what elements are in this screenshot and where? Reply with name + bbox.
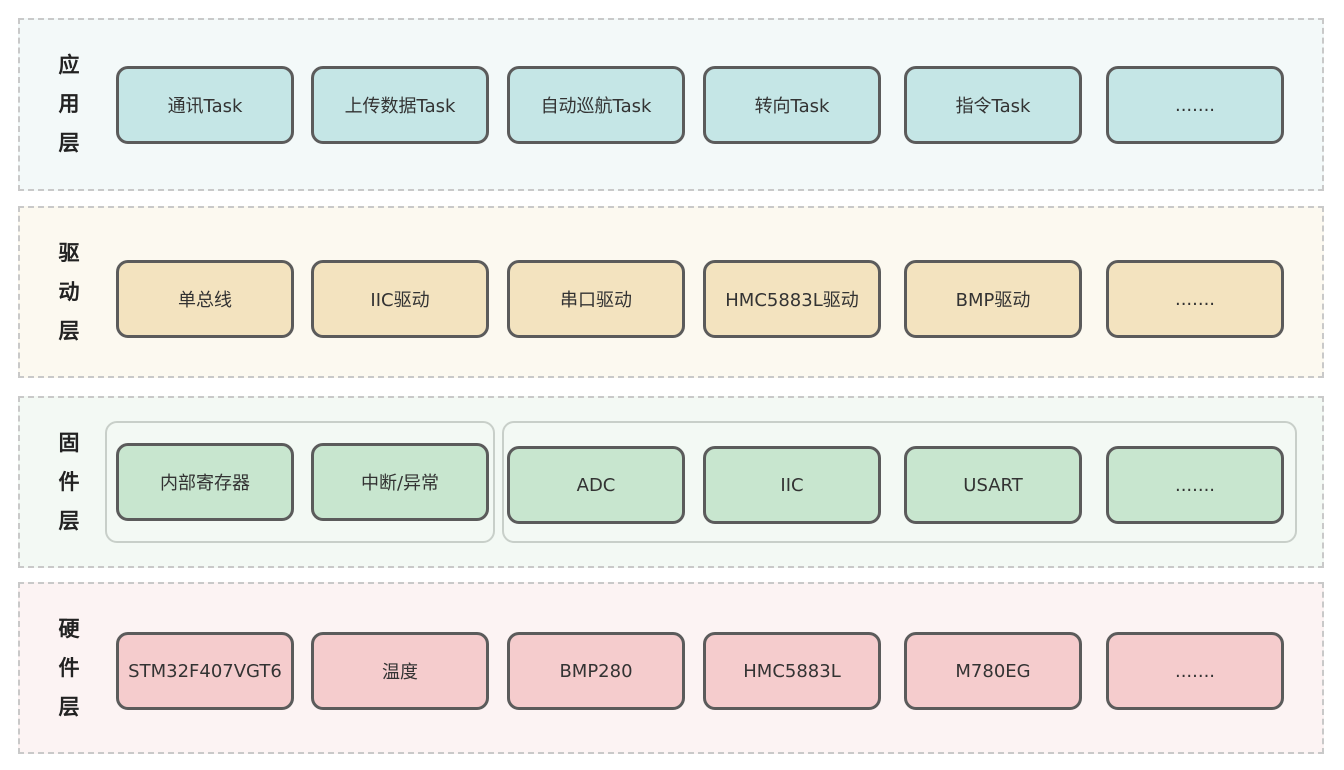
layer-label-application: 应 用 层 <box>54 20 84 189</box>
hardware-box-m780eg: M780EG <box>904 632 1082 710</box>
hardware-box-more: ....... <box>1106 632 1284 710</box>
app-box-steer-task: 转向Task <box>703 66 881 144</box>
app-box-upload-task: 上传数据Task <box>311 66 489 144</box>
driver-box-bmp: BMP驱动 <box>904 260 1082 338</box>
firmware-box-interrupt: 中断/异常 <box>311 443 489 521</box>
firmware-box-more: ....... <box>1106 446 1284 524</box>
layer-label-char: 层 <box>58 694 80 719</box>
layer-label-char: 动 <box>58 279 80 304</box>
app-box-comm-task: 通讯Task <box>116 66 294 144</box>
hardware-box-hmc5883l: HMC5883L <box>703 632 881 710</box>
app-box-command-task: 指令Task <box>904 66 1082 144</box>
layer-label-char: 层 <box>58 508 80 533</box>
layer-label-char: 件 <box>58 655 80 680</box>
firmware-box-registers: 内部寄存器 <box>116 443 294 521</box>
hardware-box-temperature: 温度 <box>311 632 489 710</box>
layer-label-firmware: 固 件 层 <box>54 398 84 566</box>
layer-label-char: 应 <box>58 53 80 77</box>
driver-box-hmc5883l: HMC5883L驱动 <box>703 260 881 338</box>
layer-label-char: 层 <box>58 318 80 343</box>
hardware-box-bmp280: BMP280 <box>507 632 685 710</box>
layer-label-char: 用 <box>58 92 80 116</box>
app-box-more: ....... <box>1106 66 1284 144</box>
driver-box-onewire: 单总线 <box>116 260 294 338</box>
app-box-cruise-task: 自动巡航Task <box>507 66 685 144</box>
hardware-box-mcu: STM32F407VGT6 <box>116 632 294 710</box>
layer-label-driver: 驱 动 层 <box>54 208 84 376</box>
layer-label-char: 固 <box>58 430 80 455</box>
layer-label-char: 层 <box>58 131 80 155</box>
layer-label-char: 驱 <box>58 240 80 265</box>
layer-label-char: 硬 <box>58 616 80 641</box>
layer-label-char: 件 <box>58 469 80 494</box>
driver-box-iic: IIC驱动 <box>311 260 489 338</box>
driver-box-more: ....... <box>1106 260 1284 338</box>
driver-box-serial: 串口驱动 <box>507 260 685 338</box>
firmware-box-usart: USART <box>904 446 1082 524</box>
firmware-box-adc: ADC <box>507 446 685 524</box>
layer-label-hardware: 硬 件 层 <box>54 584 84 752</box>
firmware-box-iic: IIC <box>703 446 881 524</box>
